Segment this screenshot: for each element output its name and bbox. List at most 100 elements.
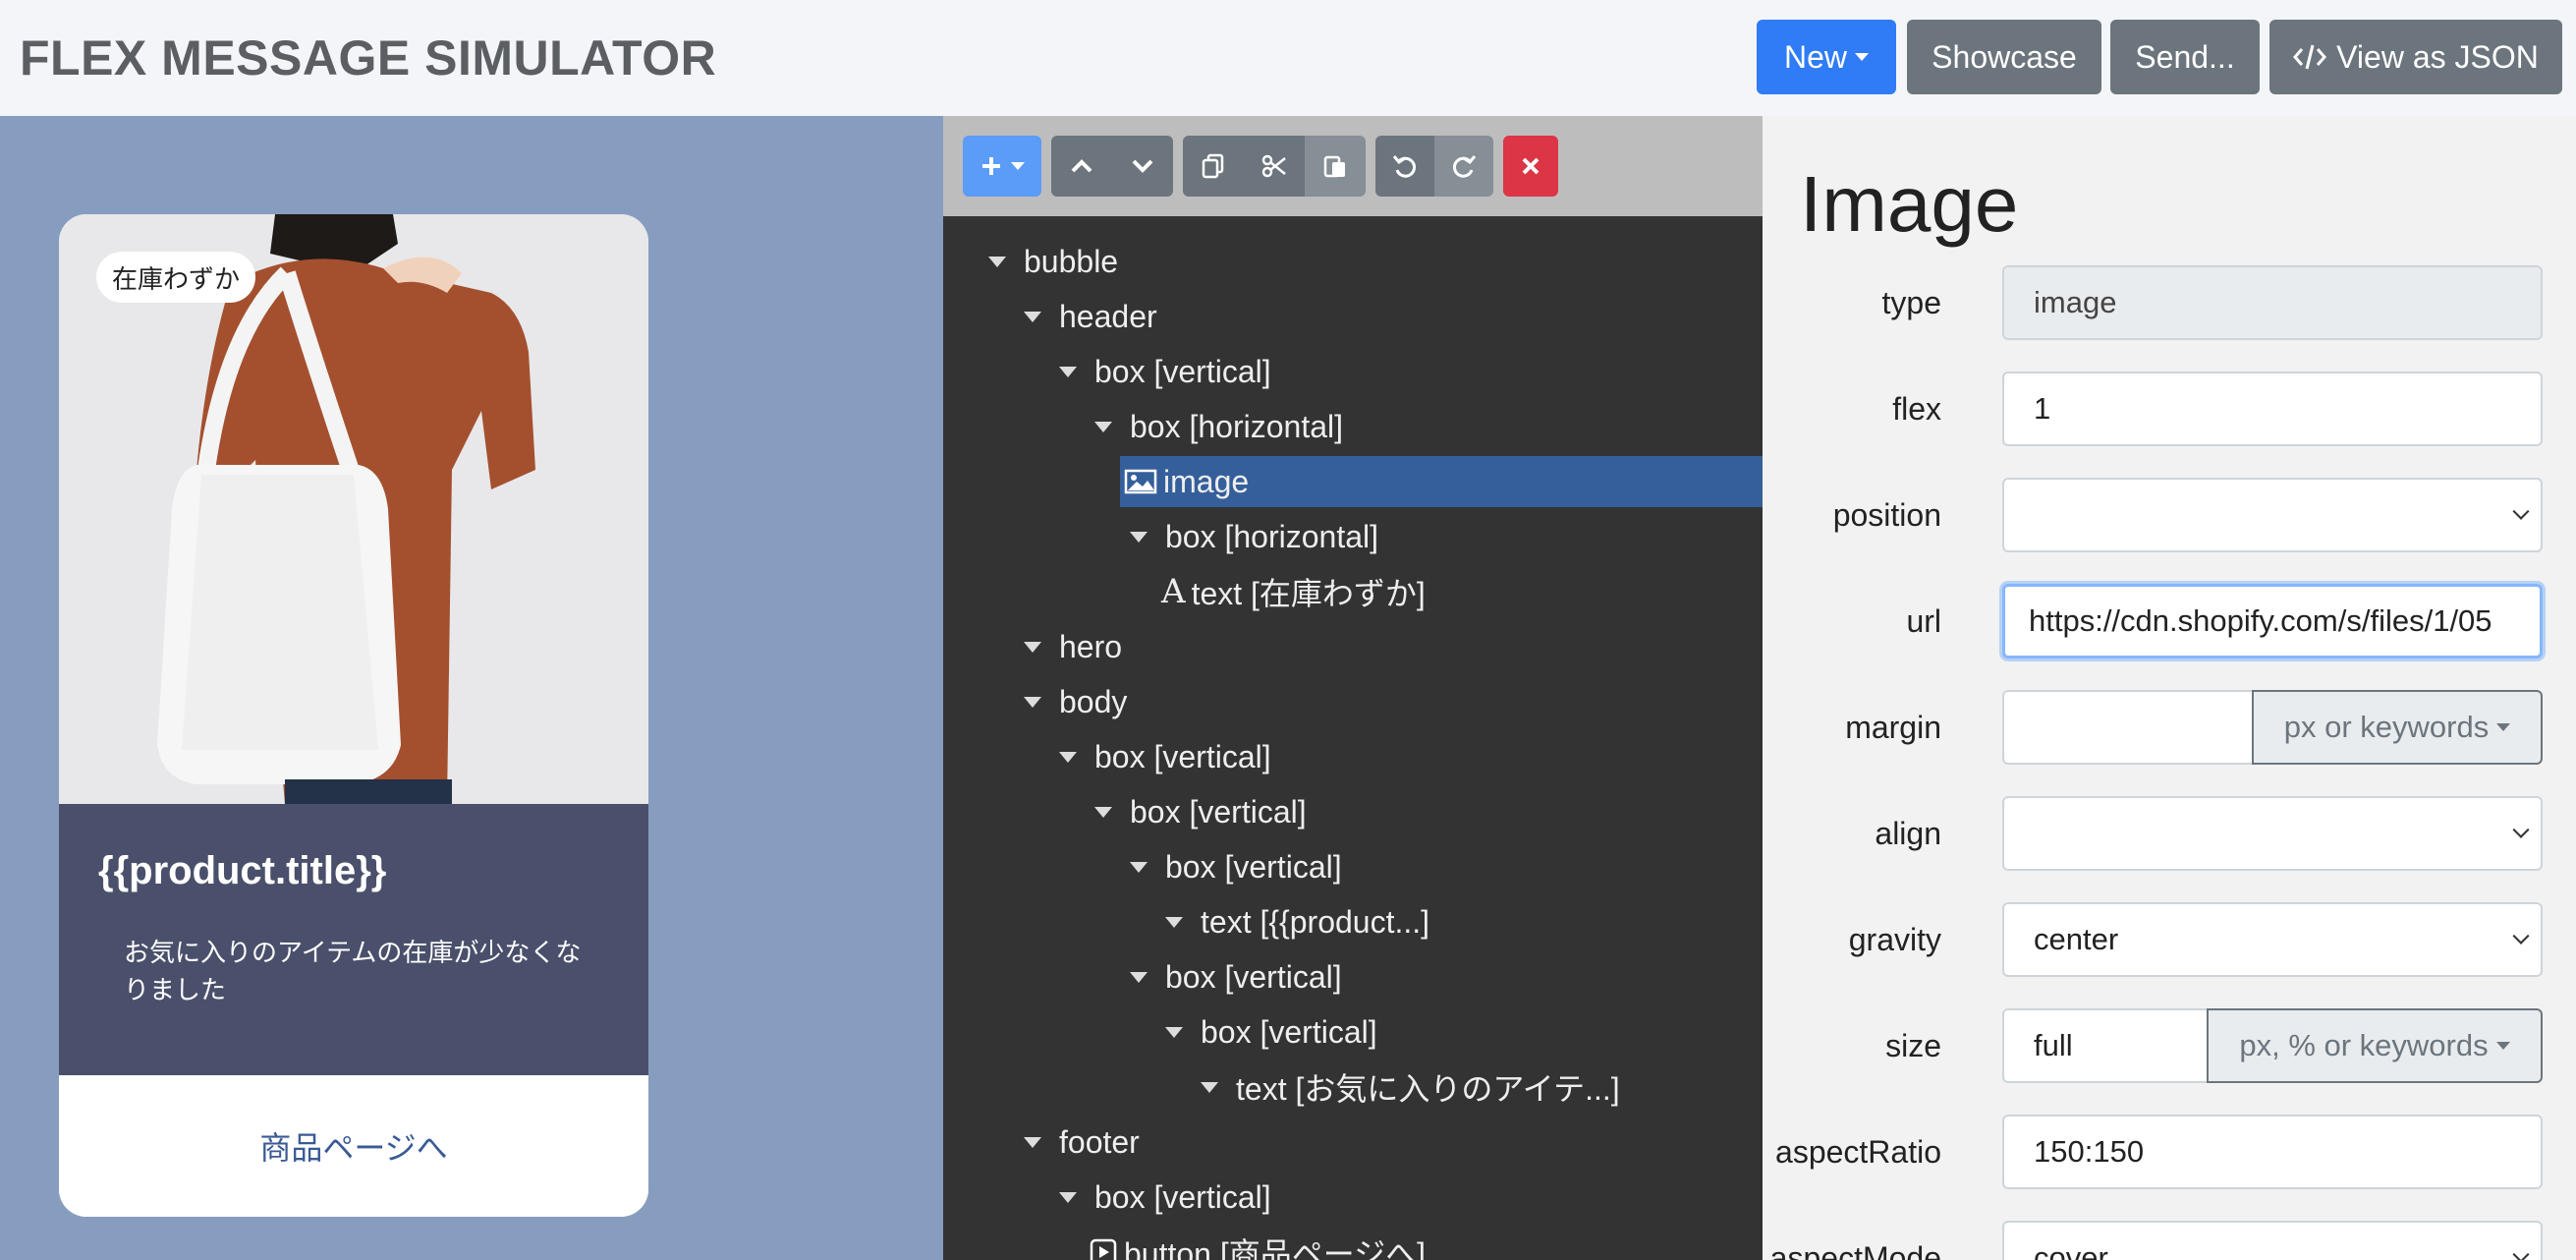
margin-input[interactable] bbox=[2002, 690, 2258, 765]
tree-node-text[interactable]: text [お気に入りのアイテ...] bbox=[943, 1061, 1763, 1113]
tote-bag-photo-illustration bbox=[59, 214, 648, 804]
type-label: type bbox=[1881, 284, 1941, 320]
scissors-icon bbox=[1260, 152, 1288, 180]
type-field: image bbox=[2002, 265, 2543, 340]
caret-down-icon bbox=[1165, 916, 1183, 928]
tree-node-box[interactable]: box [horizontal] bbox=[943, 511, 1763, 562]
caret-down-icon bbox=[988, 256, 1006, 267]
caret-down-icon bbox=[1130, 861, 1148, 873]
tree-node-footer[interactable]: footer bbox=[943, 1117, 1763, 1168]
view-as-json-label: View as JSON bbox=[2336, 38, 2539, 75]
caret-down-icon bbox=[1024, 696, 1041, 708]
copy-button[interactable] bbox=[1183, 136, 1244, 197]
position-select[interactable] bbox=[2002, 478, 2543, 552]
size-unit-dropdown[interactable]: px, % or keywords bbox=[2207, 1008, 2543, 1083]
component-tree-panel: bubble header box [vertical] box [horizo… bbox=[943, 116, 1763, 1260]
add-component-button[interactable] bbox=[963, 136, 1041, 197]
move-down-button[interactable] bbox=[1112, 136, 1173, 197]
image-icon bbox=[1124, 468, 1157, 495]
caret-down-icon bbox=[1094, 806, 1112, 818]
delete-button[interactable] bbox=[1503, 136, 1558, 197]
chevron-down-icon bbox=[1131, 158, 1154, 174]
caret-down-icon bbox=[1024, 311, 1041, 322]
tree-node-body[interactable]: body bbox=[943, 676, 1763, 727]
tree-node-box[interactable]: box [horizontal] bbox=[943, 401, 1763, 452]
aspect-ratio-input[interactable]: 150:150 bbox=[2002, 1115, 2543, 1189]
caret-down-icon bbox=[1201, 1081, 1218, 1093]
code-icon bbox=[2293, 42, 2327, 72]
caret-down-icon bbox=[1855, 53, 1869, 61]
redo-icon bbox=[1450, 152, 1478, 180]
tree-node-text[interactable]: text [{{product...] bbox=[943, 896, 1763, 947]
clipboard-group bbox=[1183, 136, 1366, 197]
card-footer: 商品ページへ bbox=[59, 1075, 648, 1217]
top-bar: FLEX MESSAGE SIMULATOR New Showcase Send… bbox=[0, 0, 2576, 116]
url-row: url https://cdn.shopify.com/s/files/1/05 bbox=[1763, 584, 2576, 659]
type-row: type image bbox=[1763, 265, 2576, 340]
flex-row: flex 1 bbox=[1763, 372, 2576, 446]
undo-button[interactable] bbox=[1375, 136, 1434, 197]
aspect-mode-value: cover bbox=[2034, 1240, 2108, 1260]
product-page-button[interactable]: 商品ページへ bbox=[259, 1123, 447, 1169]
cut-button[interactable] bbox=[1244, 136, 1305, 197]
tree-node-bubble[interactable]: bubble bbox=[943, 236, 1763, 287]
size-input[interactable]: full bbox=[2002, 1008, 2209, 1083]
tree-node-box[interactable]: box [vertical] bbox=[943, 346, 1763, 397]
move-up-button[interactable] bbox=[1051, 136, 1112, 197]
flex-preview-panel: 在庫わずか {{product.title}} お気に入りのアイテムの在庫が少な… bbox=[0, 116, 943, 1260]
url-label: url bbox=[1906, 602, 1941, 639]
redo-button[interactable] bbox=[1434, 136, 1493, 197]
copy-icon bbox=[1200, 152, 1227, 180]
send-button[interactable]: Send... bbox=[2110, 20, 2260, 94]
aspect-mode-select[interactable]: cover bbox=[2002, 1221, 2543, 1260]
size-row: size full px, % or keywords bbox=[1763, 1008, 2576, 1083]
flex-label: flex bbox=[1892, 390, 1941, 427]
tree-node-box[interactable]: box [vertical] bbox=[943, 1172, 1763, 1223]
aspect-ratio-label: aspectRatio bbox=[1775, 1133, 1941, 1170]
tree-node-box[interactable]: box [vertical] bbox=[943, 786, 1763, 837]
view-as-json-button[interactable]: View as JSON bbox=[2269, 20, 2562, 94]
properties-panel: Image type image flex 1 position url htt… bbox=[1763, 116, 2576, 1260]
aspect-mode-label: aspectMode bbox=[1769, 1239, 1941, 1260]
margin-unit-dropdown[interactable]: px or keywords bbox=[2252, 690, 2543, 765]
tree-toolbar bbox=[943, 116, 1763, 216]
caret-down-icon bbox=[1059, 1191, 1077, 1203]
gravity-select[interactable]: center bbox=[2002, 902, 2543, 977]
new-button[interactable]: New bbox=[1757, 20, 1896, 94]
paste-icon bbox=[1321, 152, 1349, 180]
paste-button[interactable] bbox=[1305, 136, 1366, 197]
chevron-up-icon bbox=[1070, 158, 1093, 174]
caret-down-icon bbox=[2495, 1042, 2510, 1050]
new-button-label: New bbox=[1783, 38, 1847, 75]
showcase-button[interactable]: Showcase bbox=[1907, 20, 2101, 94]
caret-down-icon bbox=[1130, 531, 1148, 543]
flex-input[interactable]: 1 bbox=[2002, 372, 2543, 446]
tree-node-box[interactable]: box [vertical] bbox=[943, 731, 1763, 782]
caret-down-icon bbox=[1059, 366, 1077, 377]
position-row: position bbox=[1763, 478, 2576, 552]
showcase-button-label: Showcase bbox=[1932, 38, 2077, 75]
caret-down-icon bbox=[1094, 421, 1112, 432]
tree-node-header[interactable]: header bbox=[943, 291, 1763, 342]
tree-node-text[interactable]: A text [在庫わずか] bbox=[943, 566, 1763, 617]
bubble-card[interactable]: 在庫わずか {{product.title}} お気に入りのアイテムの在庫が少な… bbox=[59, 214, 648, 1217]
tree-node-box[interactable]: box [vertical] bbox=[943, 951, 1763, 1002]
gravity-value: center bbox=[2034, 922, 2119, 956]
tree-node-button[interactable]: button [商品ページへ] bbox=[943, 1227, 1763, 1260]
margin-label: margin bbox=[1845, 709, 1941, 745]
tree-node-hero[interactable]: hero bbox=[943, 621, 1763, 672]
button-icon bbox=[1089, 1237, 1118, 1260]
aspect-mode-row: aspectMode cover bbox=[1763, 1221, 2576, 1260]
tree-node-image[interactable]: image bbox=[943, 456, 1763, 507]
chevron-down-icon bbox=[2512, 821, 2530, 838]
gravity-row: gravity center bbox=[1763, 902, 2576, 977]
plus-icon bbox=[980, 154, 1003, 178]
align-select[interactable] bbox=[2002, 796, 2543, 871]
chevron-down-icon bbox=[2512, 1245, 2530, 1260]
close-icon bbox=[1520, 155, 1541, 177]
product-description: お気に入りのアイテムの在庫が少なくなりました bbox=[124, 938, 582, 1004]
url-input[interactable]: https://cdn.shopify.com/s/files/1/05 bbox=[2002, 584, 2543, 659]
tree-node-box[interactable]: box [vertical] bbox=[943, 841, 1763, 892]
tree-node-box[interactable]: box [vertical] bbox=[943, 1006, 1763, 1058]
margin-row: margin px or keywords bbox=[1763, 690, 2576, 765]
